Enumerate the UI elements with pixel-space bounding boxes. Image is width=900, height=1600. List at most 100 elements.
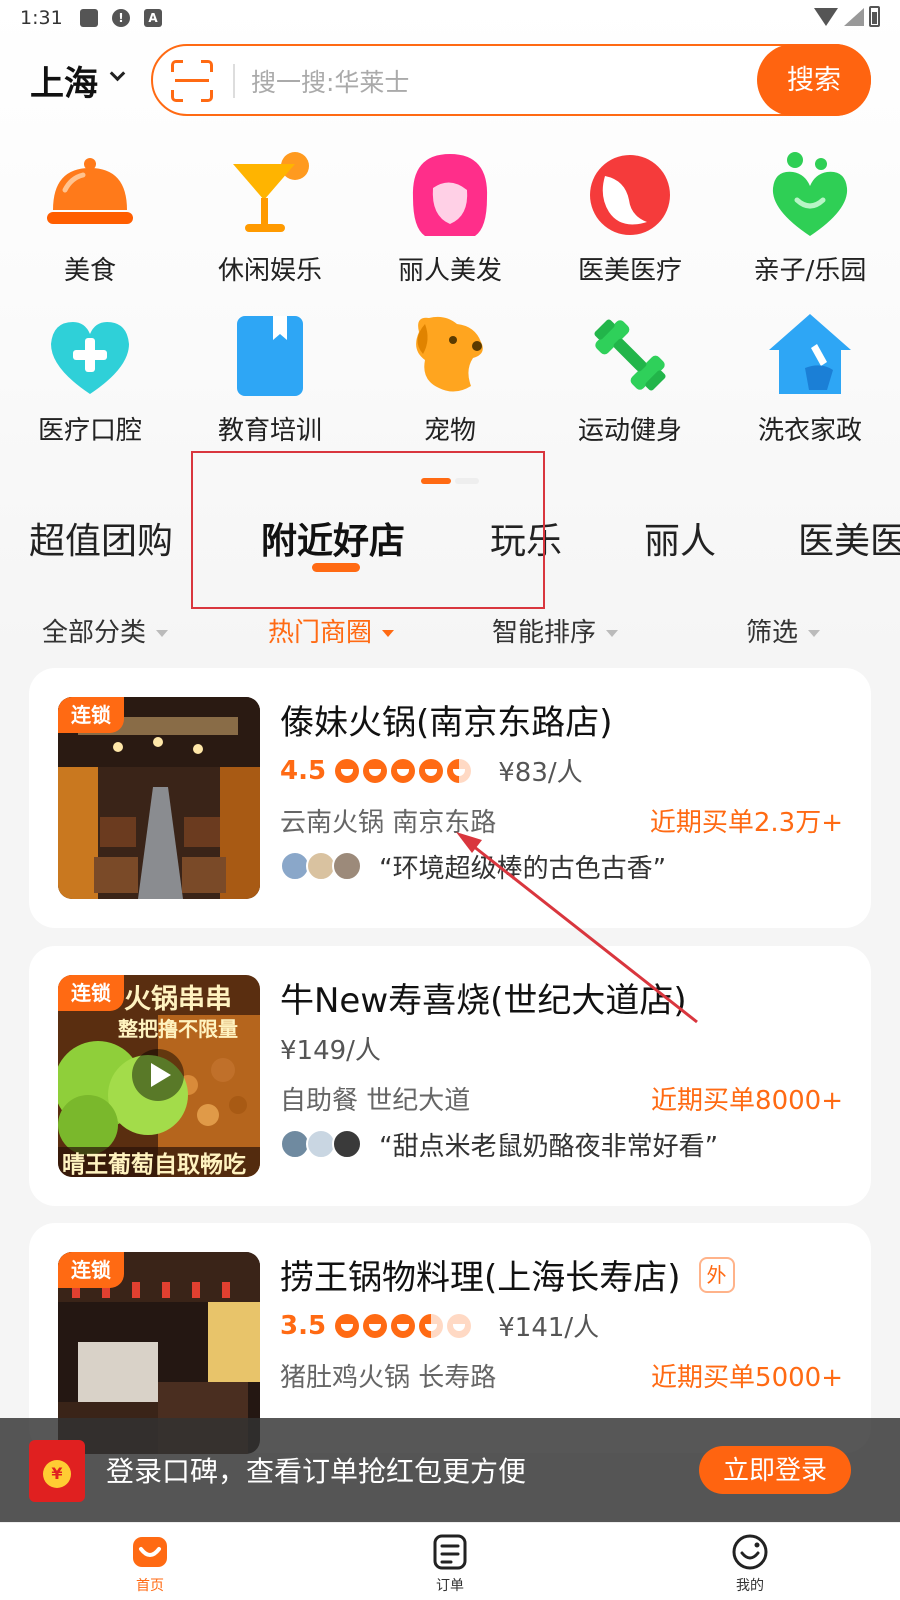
category-label: 丽人美发 [397,256,502,286]
signal-icon [844,8,864,26]
category-label: 休闲娱乐 [217,256,322,286]
face-beauty-icon [585,150,675,240]
chain-tag: 连锁 [58,975,124,1011]
triangle-down-icon [606,630,619,637]
house-broom-icon [765,310,855,400]
shop-name[interactable]: 傣妹火锅(南京东路店) [280,695,613,744]
tab-nearby-shops[interactable]: 附近好店 [261,512,405,564]
food-cloche-icon [45,150,135,240]
rating-row: ¥149/人 [280,1030,381,1066]
active-tab-indicator [312,563,360,572]
filter-screen[interactable]: 筛选 [746,612,821,649]
category-medical-beauty[interactable]: 医美医疗 [550,150,710,287]
category-pets[interactable]: 宠物 [370,310,530,447]
category-fitness[interactable]: 运动健身 [550,310,710,447]
tab-fun[interactable]: 玩乐 [490,512,562,564]
shop-card[interactable]: 连锁 傣妹火锅(南京东路店) 4.5 ¥83/人 云南火锅 南京东路 近期买单2… [29,668,871,928]
city-selector[interactable]: 上海 [30,56,98,105]
price-per-person: ¥83/人 [498,758,583,788]
shop-card[interactable]: 火锅串串 整把撸不限量 晴王葡萄自取畅吃 连锁 牛New寿喜烧(世纪大道店) ¥… [29,946,871,1206]
profile-smile-icon [731,1533,769,1571]
avatar [332,1128,362,1159]
avatar [332,850,362,881]
star-icon [335,758,360,783]
category-label: 美食 [63,256,116,286]
app-notification-icon: A [144,9,162,27]
thumb-caption-top: 火锅串串 [124,984,232,1015]
half-star-icon [447,758,472,783]
category-dental[interactable]: 医疗口腔 [10,310,170,447]
category-family-park[interactable]: 亲子/乐园 [730,150,890,287]
reviewer-avatars [280,850,368,883]
review-quote: “甜点米老鼠奶酪夜非常好看” [379,1132,719,1162]
takeout-badge: 外 [698,1256,735,1293]
search-button[interactable]: 搜索 [757,44,871,116]
filter-label: 热门商圈 [268,618,373,648]
star-icon [391,1313,416,1338]
category-label: 运动健身 [577,416,682,446]
empty-star-icon [447,1313,472,1338]
star-icon [363,1313,388,1338]
status-bar: 1:31 ! A [0,0,900,36]
status-time: 1:31 [20,7,63,29]
category-label: 宠物 [423,416,476,446]
category-housekeeping[interactable]: 洗衣家政 [730,310,890,447]
filter-label: 全部分类 [42,618,147,648]
category-label: 洗衣家政 [757,416,862,446]
review-row: “环境超级棒的古色古香” [280,848,666,884]
category-label: 医美医疗 [577,256,682,286]
filter-hot-area[interactable]: 热门商圈 [268,612,395,649]
shop-photo[interactable]: 火锅串串 整把撸不限量 晴王葡萄自取畅吃 连锁 [58,975,260,1177]
bottom-nav: 首页 订单 我的 [0,1522,900,1600]
nav-label: 首页 [136,1578,164,1594]
filter-smart-sort[interactable]: 智能排序 [492,612,619,649]
recent-sales: 近期买单2.3万+ [649,808,843,838]
woman-hair-icon [405,150,495,240]
category-food[interactable]: 美食 [10,150,170,287]
home-smile-icon [131,1533,169,1571]
rating-stars [335,1313,475,1338]
shop-tags: 猪肚鸡火锅 长寿路 [280,1363,497,1393]
shop-name-row[interactable]: 捞王锅物料理(上海长寿店) 外 [280,1250,735,1299]
triangle-down-icon [808,630,821,637]
star-icon [419,758,444,783]
recent-sales: 近期买单5000+ [651,1363,843,1393]
login-button[interactable]: 立即登录 [699,1446,851,1494]
review-row: “甜点米老鼠奶酪夜非常好看” [280,1126,719,1162]
star-icon [335,1313,360,1338]
category-label: 亲子/乐园 [753,256,867,286]
heart-family-icon [765,150,855,240]
battery-icon [869,6,880,27]
red-packet-icon: ¥ [29,1440,85,1502]
alert-notification-icon: ! [112,9,130,27]
category-label: 医疗口腔 [37,416,142,446]
shop-tags: 自助餐 世纪大道 [280,1086,471,1116]
medical-heart-icon [45,310,135,400]
thumb-caption-bottom: 晴王葡萄自取畅吃 [62,1151,246,1177]
star-icon [363,758,388,783]
category-entertainment[interactable]: 休闲娱乐 [190,150,350,287]
rating-row: 4.5 ¥83/人 [280,752,583,789]
shop-name[interactable]: 牛New寿喜烧(世纪大道店) [280,973,687,1022]
category-beauty-hair[interactable]: 丽人美发 [370,150,530,287]
order-list-icon [431,1533,469,1571]
nav-home[interactable]: 首页 [110,1533,190,1595]
scan-icon[interactable] [171,60,213,102]
rating-score: 3.5 [280,1310,327,1341]
shop-photo[interactable]: 连锁 [58,697,260,899]
tab-medical-beauty[interactable]: 医美医 [798,512,900,564]
login-banner[interactable]: ¥ 登录口碑，查看订单抢红包更方便 立即登录 [0,1418,900,1522]
nav-profile[interactable]: 我的 [710,1533,790,1595]
tab-group-buy[interactable]: 超值团购 [29,512,173,564]
rating-stars [335,758,475,783]
coin-icon: ¥ [43,1460,71,1488]
search-input[interactable]: 搜一搜:华莱士 [251,63,409,99]
triangle-down-icon [156,630,169,637]
shop-tags: 云南火锅 南京东路 [280,808,497,838]
nav-orders[interactable]: 订单 [410,1533,490,1595]
category-education[interactable]: 教育培训 [190,310,350,447]
tab-beauty[interactable]: 丽人 [644,512,716,564]
search-bar[interactable]: 搜一搜:华莱士 搜索 [151,44,871,116]
wifi-icon [814,8,838,26]
filter-all-categories[interactable]: 全部分类 [42,612,169,649]
